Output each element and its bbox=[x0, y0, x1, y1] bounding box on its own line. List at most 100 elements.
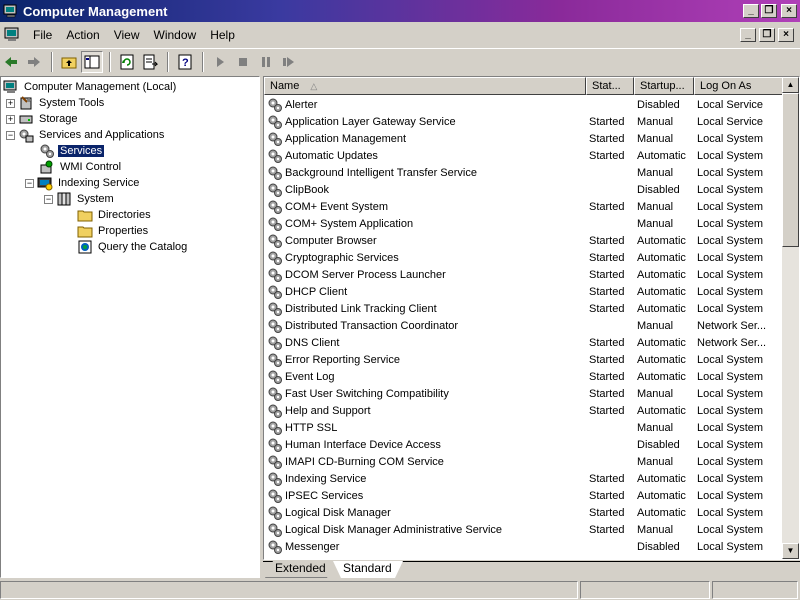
status-panel-main bbox=[0, 581, 578, 599]
table-row[interactable]: Help and Support Started Automatic Local Sy… bbox=[264, 402, 784, 419]
mdi-close-button[interactable]: × bbox=[778, 28, 794, 42]
table-row[interactable]: Human Interface Device Access Disabled Loc… bbox=[264, 436, 784, 453]
collapse-toggle[interactable]: − bbox=[6, 130, 15, 140]
cell-startup-type: Automatic bbox=[637, 489, 686, 502]
table-row[interactable]: HTTP SSL Manual Local System bbox=[264, 419, 784, 436]
tree-item-system-catalog[interactable]: − System bbox=[44, 191, 116, 207]
table-row[interactable]: Alerter Disabled Local Service bbox=[264, 96, 784, 113]
column-header-log-on-as[interactable]: Log On As bbox=[694, 77, 784, 95]
help-icon: ? bbox=[178, 54, 192, 69]
menu-help[interactable]: Help bbox=[203, 28, 242, 42]
start-service-button[interactable] bbox=[209, 51, 231, 73]
tree-item-services[interactable]: Services bbox=[39, 143, 106, 159]
table-row[interactable]: Logical Disk Manager Started Automatic Loca… bbox=[264, 504, 784, 521]
computer-icon bbox=[3, 80, 17, 93]
cell-log-on-as: Local System bbox=[697, 540, 764, 553]
cell-name: COM+ Event System bbox=[264, 199, 586, 215]
tree-item-label: Services bbox=[56, 144, 106, 158]
table-row[interactable]: Background Intelligent Transfer Service M… bbox=[264, 164, 784, 181]
scroll-thumb[interactable] bbox=[782, 93, 799, 247]
folder-icon bbox=[77, 226, 93, 238]
tree-item-indexing-service[interactable]: − Indexing Service bbox=[25, 175, 141, 191]
tree-item-storage[interactable]: + Storage bbox=[6, 111, 80, 127]
expand-toggle[interactable]: + bbox=[6, 98, 15, 108]
restart-service-button[interactable] bbox=[278, 51, 300, 73]
table-row[interactable]: Application Layer Gateway Service Started… bbox=[264, 113, 784, 130]
up-one-level-button[interactable] bbox=[58, 51, 80, 73]
show-hide-tree-button[interactable] bbox=[81, 50, 103, 73]
service-name: HTTP SSL bbox=[285, 421, 338, 434]
cell-startup-type: Manual bbox=[637, 387, 674, 400]
column-header-status[interactable]: Stat... bbox=[586, 77, 634, 95]
service-gear-icon bbox=[268, 506, 282, 520]
table-row[interactable]: Distributed Transaction Coordinator Manua… bbox=[264, 317, 784, 334]
help-button[interactable]: ? bbox=[174, 51, 196, 73]
table-row[interactable]: Computer Browser Started Automatic Local Sy… bbox=[264, 232, 784, 249]
tree-item-query-the-catalog[interactable]: Query the Catalog bbox=[77, 239, 189, 255]
collapse-toggle[interactable]: − bbox=[25, 178, 34, 188]
vertical-scrollbar[interactable]: ▲ ▼ bbox=[782, 77, 799, 559]
table-row[interactable]: Messenger Disabled Local System bbox=[264, 538, 784, 555]
table-row[interactable]: COM+ System Application Manual Local Syste… bbox=[264, 215, 784, 232]
scroll-up-button[interactable]: ▲ bbox=[782, 77, 799, 93]
table-row[interactable]: Event Log Started Automatic Local System bbox=[264, 368, 784, 385]
mdi-minimize-button[interactable]: _ bbox=[740, 28, 756, 42]
table-row[interactable]: IMAPI CD-Burning COM Service Manual Local … bbox=[264, 453, 784, 470]
tree-item-computer-management[interactable]: Computer Management (Local) bbox=[3, 79, 178, 95]
table-row[interactable]: ClipBook Disabled Local System bbox=[264, 181, 784, 198]
minimize-button[interactable]: _ bbox=[743, 4, 759, 18]
table-row[interactable]: DNS Client Started Automatic Network Ser... bbox=[264, 334, 784, 351]
column-header-startup-type[interactable]: Startup... bbox=[634, 77, 694, 95]
table-row[interactable]: DHCP Client Started Automatic Local System bbox=[264, 283, 784, 300]
table-row[interactable]: Cryptographic Services Started Automatic Lo… bbox=[264, 249, 784, 266]
refresh-button[interactable] bbox=[116, 51, 138, 73]
restore-button[interactable]: ❐ bbox=[761, 4, 777, 18]
table-row[interactable]: DCOM Server Process Launcher Started Autom… bbox=[264, 266, 784, 283]
service-gear-icon bbox=[268, 540, 282, 554]
table-row[interactable]: IPSEC Services Started Automatic Local Syst… bbox=[264, 487, 784, 504]
scroll-down-button[interactable]: ▼ bbox=[782, 543, 799, 559]
cell-log-on-as: Local System bbox=[697, 438, 764, 451]
toolbar-separator bbox=[167, 51, 169, 72]
forward-button[interactable] bbox=[23, 51, 45, 73]
back-button[interactable] bbox=[0, 51, 22, 73]
column-header-name-label: Name bbox=[270, 80, 300, 92]
mmc-document-icon[interactable] bbox=[4, 27, 20, 43]
tab-standard[interactable]: Standard bbox=[333, 561, 403, 578]
close-button[interactable]: × bbox=[781, 4, 797, 18]
menu-window[interactable]: Window bbox=[147, 28, 204, 42]
tree-item-wmi-control[interactable]: WMI Control bbox=[39, 159, 123, 175]
cell-name: Event Log bbox=[264, 369, 586, 385]
menu-action[interactable]: Action bbox=[59, 28, 106, 42]
mdi-restore-button[interactable]: ❐ bbox=[759, 28, 775, 42]
stop-service-button[interactable] bbox=[232, 51, 254, 73]
tab-extended[interactable]: Extended bbox=[265, 561, 335, 578]
column-header-name[interactable]: Name △ bbox=[264, 77, 586, 95]
table-row[interactable]: COM+ Event System Started Manual Local Syst… bbox=[264, 198, 784, 215]
status-panel-middle bbox=[580, 581, 710, 599]
tree-item-label: Properties bbox=[98, 225, 149, 237]
tree-item-services-and-applications[interactable]: − Services and Applications bbox=[6, 127, 166, 143]
table-row[interactable]: Application Management Started Manual Local… bbox=[264, 130, 784, 147]
table-row[interactable]: Error Reporting Service Started Automatic L… bbox=[264, 351, 784, 368]
table-row[interactable]: Fast User Switching Compatibility Started… bbox=[264, 385, 784, 402]
table-row[interactable]: Distributed Link Tracking Client Started A… bbox=[264, 300, 784, 317]
tree-item-system-tools[interactable]: + System Tools bbox=[6, 95, 106, 111]
storage-icon bbox=[19, 115, 33, 124]
cell-name: ClipBook bbox=[264, 182, 586, 198]
cell-startup-type: Manual bbox=[637, 455, 674, 468]
cell-status: Started bbox=[589, 489, 625, 502]
export-list-button[interactable] bbox=[139, 51, 161, 73]
table-row[interactable]: Logical Disk Manager Administrative Serv… bbox=[264, 521, 784, 538]
pause-service-button[interactable] bbox=[255, 51, 277, 73]
expand-toggle[interactable]: + bbox=[6, 114, 15, 124]
table-row[interactable]: Indexing Service Started Automatic Local Sy… bbox=[264, 470, 784, 487]
menu-file[interactable]: File bbox=[26, 28, 59, 42]
tree-item-properties[interactable]: Properties bbox=[77, 223, 150, 239]
collapse-toggle[interactable]: − bbox=[44, 194, 53, 204]
menu-view[interactable]: View bbox=[107, 28, 147, 42]
tree-item-directories[interactable]: Directories bbox=[77, 207, 153, 223]
cell-name: IMAPI CD-Burning COM Service bbox=[264, 454, 586, 470]
cell-name: Error Reporting Service bbox=[264, 352, 586, 368]
table-row[interactable]: Automatic Updates Started Automatic Local S… bbox=[264, 147, 784, 164]
